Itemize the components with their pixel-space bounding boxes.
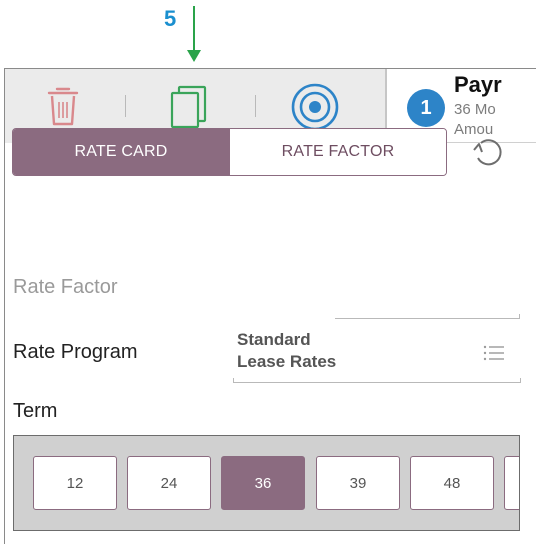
duplicate-icon (170, 85, 207, 129)
term-option-12[interactable]: 12 (33, 456, 117, 510)
callout-arrow-icon (187, 6, 201, 62)
term-option-36[interactable]: 36 (221, 456, 305, 510)
term-label: Term (13, 400, 58, 422)
callout-number: 5 (164, 6, 177, 31)
trash-icon (47, 87, 79, 126)
rate-program-underline (233, 378, 521, 383)
payment-term-text: 36 Mo (454, 101, 496, 118)
term-option-39[interactable]: 39 (316, 456, 400, 510)
term-option-partial[interactable] (504, 456, 519, 510)
term-selector: 12 24 36 39 48 (13, 435, 520, 531)
rate-factor-input[interactable] (335, 314, 520, 319)
rate-program-value-line2: Lease Rates (237, 352, 337, 371)
rate-program-value[interactable]: Standard Lease Rates (237, 329, 336, 373)
delete-button[interactable] (43, 83, 83, 134)
rate-program-value-line1: Standard (237, 330, 311, 349)
term-option-24[interactable]: 24 (127, 456, 211, 510)
step-badge: 1 (407, 89, 445, 127)
tab-rate-card[interactable]: RATE CARD (13, 129, 229, 175)
payment-title: Payr (454, 72, 502, 97)
rate-mode-toggle: RATE CARD RATE FACTOR (12, 128, 447, 176)
term-option-48[interactable]: 48 (410, 456, 494, 510)
toolbar-separator (255, 95, 256, 117)
target-icon (291, 83, 339, 131)
tab-rate-factor[interactable]: RATE FACTOR (229, 129, 446, 175)
rate-program-label: Rate Program (13, 341, 138, 363)
list-icon (483, 345, 504, 361)
toolbar-separator (125, 95, 126, 117)
reset-button[interactable] (468, 134, 508, 175)
reset-icon (473, 139, 502, 166)
rate-program-picker[interactable] (483, 344, 505, 367)
rate-factor-label: Rate Factor (13, 276, 118, 298)
